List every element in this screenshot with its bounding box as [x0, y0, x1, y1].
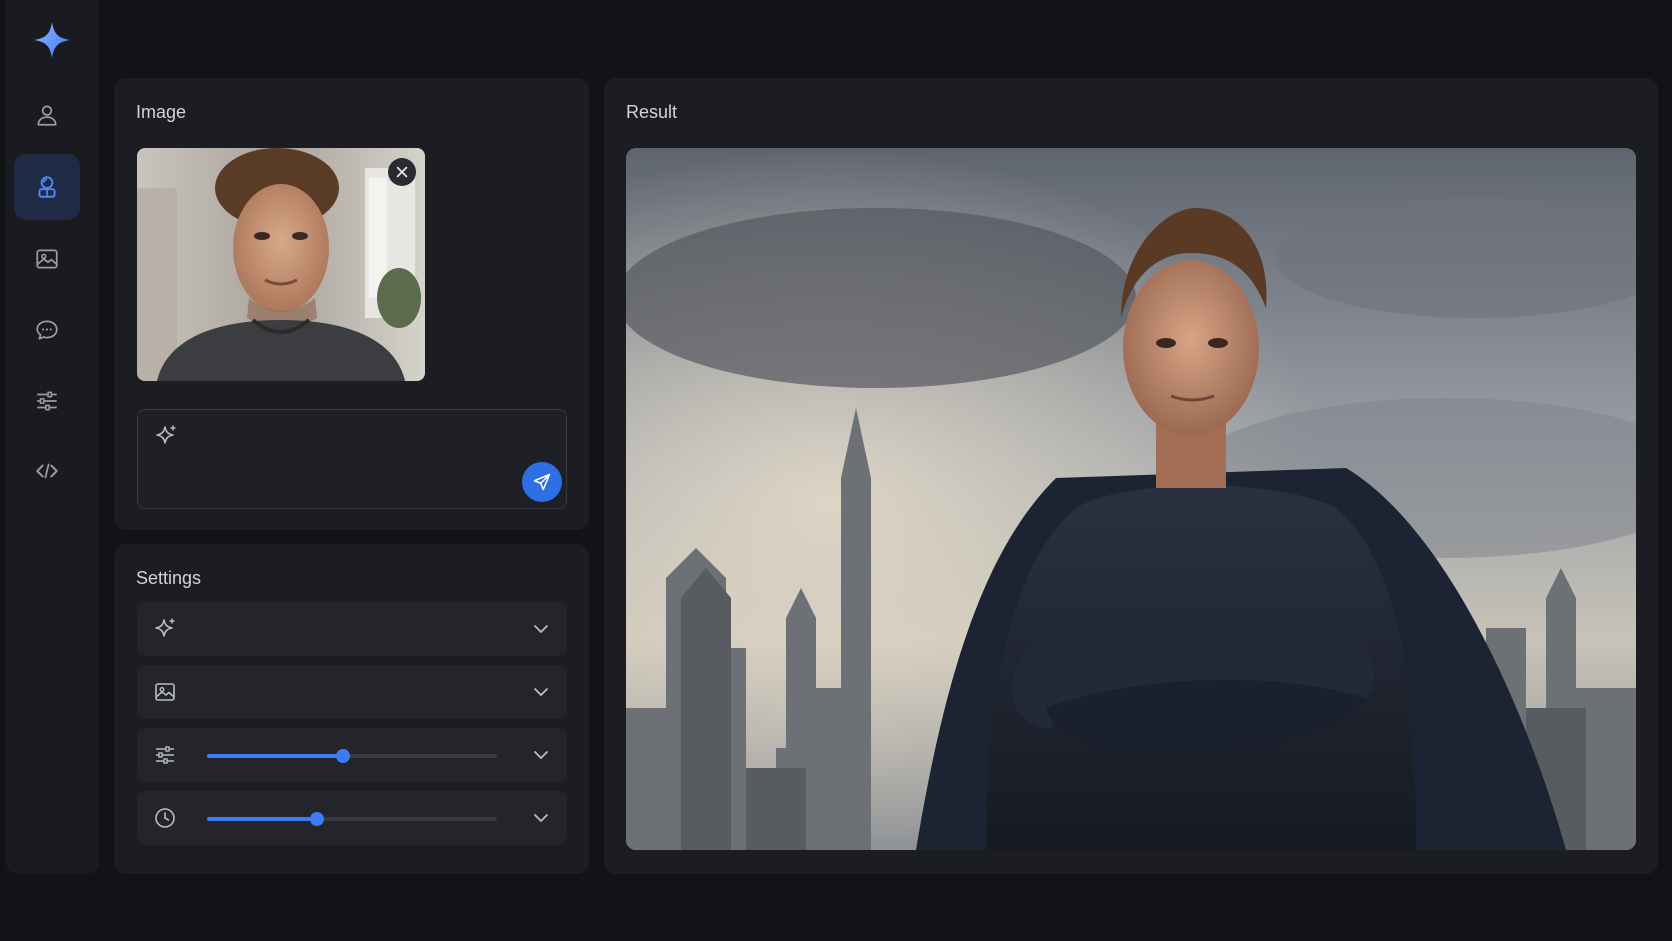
send-button[interactable]: [522, 462, 562, 502]
image-icon: [36, 249, 58, 269]
nav-face-swap[interactable]: [14, 154, 80, 220]
setting-row-strength[interactable]: [137, 728, 567, 782]
person-icon: [37, 105, 57, 126]
slider-handle[interactable]: [336, 749, 351, 763]
sliders-icon: [156, 746, 174, 764]
duration-slider[interactable]: [207, 812, 497, 826]
prompt-box[interactable]: [137, 409, 567, 509]
chevron-down-icon: [534, 688, 548, 696]
sparkle-icon: [155, 618, 175, 637]
nav-person[interactable]: [14, 82, 80, 148]
remove-image-button[interactable]: [388, 158, 416, 186]
uploaded-photo[interactable]: [137, 148, 425, 381]
chevron-down-icon: [534, 751, 548, 759]
sparkle-icon: [156, 425, 176, 444]
nav-chat[interactable]: [14, 297, 80, 363]
image-panel: Image: [114, 78, 589, 530]
sidebar: [6, 0, 99, 874]
nav-code[interactable]: [14, 438, 80, 504]
slider-fill: [207, 754, 344, 758]
code-icon: [36, 463, 58, 479]
result-image[interactable]: [626, 148, 1636, 850]
setting-row-style[interactable]: [137, 602, 567, 656]
slider-fill: [207, 817, 318, 821]
prompt-input[interactable]: [188, 426, 488, 448]
nav-settings[interactable]: [14, 368, 80, 434]
clock-icon: [155, 808, 175, 828]
result-panel: Result: [604, 78, 1658, 874]
chat-icon: [36, 320, 58, 340]
chevron-down-icon: [534, 814, 548, 822]
nav-image[interactable]: [14, 226, 80, 292]
sliders-icon: [37, 391, 57, 411]
result-panel-title: Result: [626, 102, 678, 122]
chevron-down-icon: [534, 625, 548, 633]
slider-handle[interactable]: [310, 812, 325, 826]
close-icon: [396, 166, 408, 178]
image-icon: [155, 683, 175, 701]
strength-slider[interactable]: [207, 749, 497, 763]
face-swap-icon: [38, 176, 56, 198]
image-panel-title: Image: [136, 102, 187, 122]
setting-row-image[interactable]: [137, 665, 567, 719]
send-icon: [533, 473, 551, 491]
setting-row-duration[interactable]: [137, 791, 567, 845]
settings-panel: Settings: [114, 544, 589, 874]
sparkle-logo-icon[interactable]: [32, 20, 72, 60]
settings-panel-title: Settings: [136, 568, 202, 588]
